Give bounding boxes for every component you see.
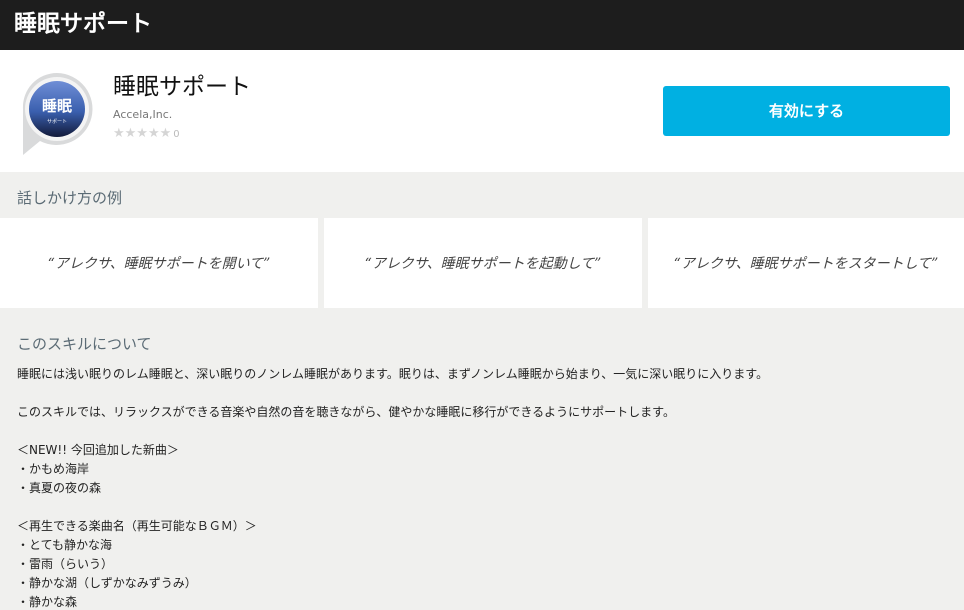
example-card: “アレクサ、睡眠サポートを開いて” bbox=[0, 218, 318, 308]
description-line: ・かもめ海岸 bbox=[17, 462, 90, 476]
developer-name[interactable]: Accela,Inc. bbox=[113, 108, 172, 122]
skill-icon: 睡眠 サポート bbox=[22, 72, 93, 155]
skill-icon-text: 睡眠 bbox=[42, 97, 72, 115]
description-line: ＜NEW!! 今回追加した新曲＞ bbox=[17, 443, 179, 457]
example-utterance: “アレクサ、睡眠サポートを開いて” bbox=[47, 256, 271, 272]
description-line: ・雷雨（らいう） bbox=[17, 557, 114, 571]
about-heading: このスキルについて bbox=[17, 335, 152, 353]
rating: ★★★★★ 0 bbox=[113, 126, 180, 143]
description-line: ・静かな湖（しずかなみずうみ） bbox=[17, 576, 197, 590]
example-utterance: “アレクサ、睡眠サポートをスタートして” bbox=[673, 256, 939, 272]
example-card: “アレクサ、睡眠サポートをスタートして” bbox=[648, 218, 964, 308]
example-utterance: “アレクサ、睡眠サポートを起動して” bbox=[364, 256, 602, 272]
example-card: “アレクサ、睡眠サポートを起動して” bbox=[324, 218, 642, 308]
star-rating-icon: ★★★★★ bbox=[113, 126, 172, 141]
top-bar: 睡眠サポート bbox=[0, 0, 964, 50]
description-line: ＜再生できる楽曲名（再生可能なＢＧＭ）＞ bbox=[17, 519, 257, 533]
description-line: ・とても静かな海 bbox=[17, 538, 113, 552]
rating-count: 0 bbox=[173, 129, 180, 140]
skill-header: 睡眠 サポート 睡眠サポート Accela,Inc. ★★★★★ 0 有効にする bbox=[0, 50, 964, 172]
page-title: 睡眠サポート bbox=[14, 11, 152, 37]
enable-button[interactable]: 有効にする bbox=[663, 86, 950, 136]
skill-icon-subtext: サポート bbox=[47, 118, 67, 125]
description-line: ・真夏の夜の森 bbox=[17, 481, 102, 495]
description-line: このスキルでは、リラックスができる音楽や自然の音を聴きながら、健やかな睡眠に移行… bbox=[17, 405, 675, 419]
examples-heading: 話しかけ方の例 bbox=[17, 189, 123, 207]
description-line: 睡眠には浅い眠りのレム睡眠と、深い眠りのノンレム睡眠があります。眠りは、まずノン… bbox=[17, 367, 769, 381]
skill-name: 睡眠サポート bbox=[113, 74, 251, 100]
